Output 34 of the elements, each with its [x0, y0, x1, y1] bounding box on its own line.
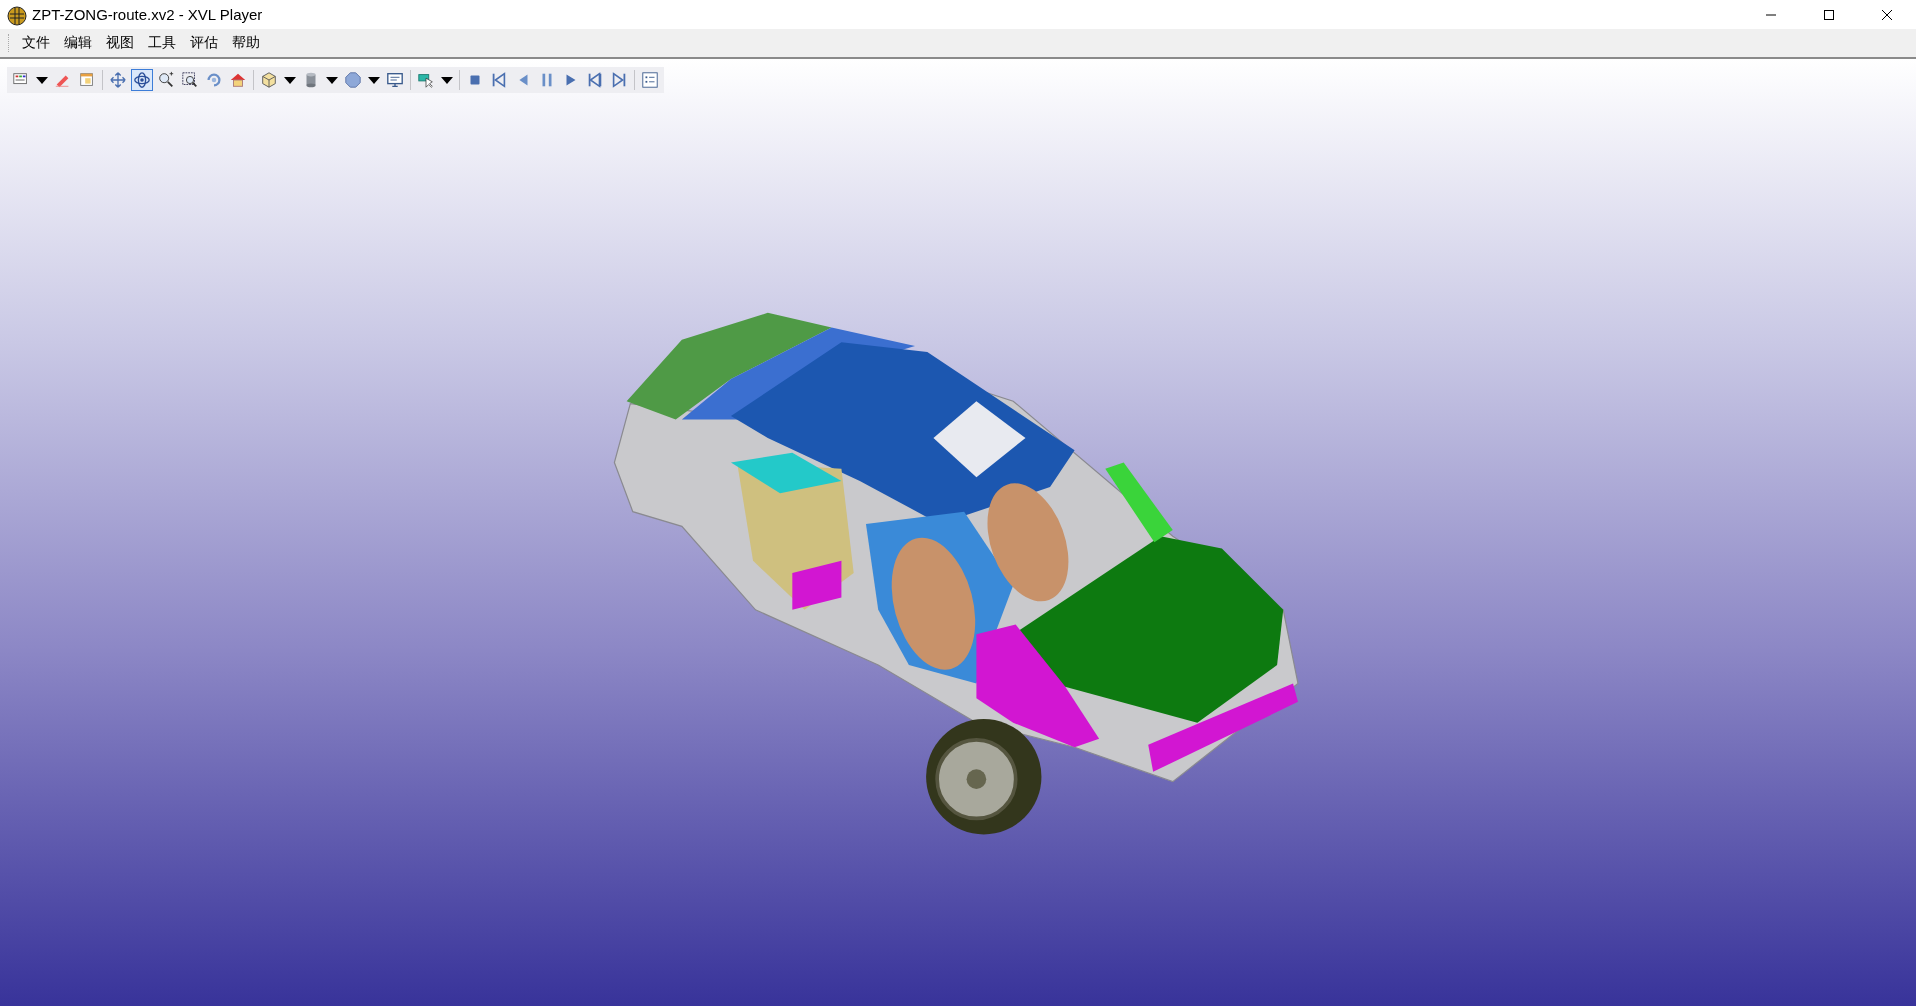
close-icon [1881, 8, 1893, 21]
window-icon [78, 71, 96, 89]
zoom-icon [157, 71, 175, 89]
orbit-tool[interactable] [131, 69, 153, 91]
cursor-select-icon [417, 71, 435, 89]
skip-back-icon [586, 71, 604, 89]
caret-icon [36, 76, 48, 84]
menu-item[interactable]: 编辑 [57, 31, 99, 55]
list-icon [641, 71, 659, 89]
menu-item[interactable]: 文件 [15, 31, 57, 55]
rotate-icon [205, 71, 223, 89]
move-icon [109, 71, 127, 89]
caret-icon [326, 76, 338, 84]
menu-item[interactable]: 帮助 [225, 31, 267, 55]
menu-item[interactable]: 工具 [141, 31, 183, 55]
app-logo-icon [6, 3, 28, 26]
monitor-icon [386, 71, 404, 89]
caret-icon [441, 76, 453, 84]
caret-icon [284, 76, 296, 84]
menu-item[interactable]: 评估 [183, 31, 225, 55]
octagon-icon [344, 71, 362, 89]
menu-item[interactable]: 视图 [99, 31, 141, 55]
skip-start-icon [490, 71, 508, 89]
car-body-3d-model-drawing[interactable] [613, 312, 1299, 835]
maximize-icon [1823, 8, 1835, 21]
orbit-icon [133, 71, 151, 89]
list-tool[interactable] [639, 69, 661, 91]
zoom-box-icon [181, 71, 199, 89]
move-tool[interactable] [107, 69, 129, 91]
skip-end-icon [610, 71, 628, 89]
caret-icon [368, 76, 380, 84]
home-icon [229, 71, 247, 89]
cube-icon [260, 71, 278, 89]
window-title: ZPT-ZONG-route.xv2 - XVL Player [32, 6, 264, 23]
